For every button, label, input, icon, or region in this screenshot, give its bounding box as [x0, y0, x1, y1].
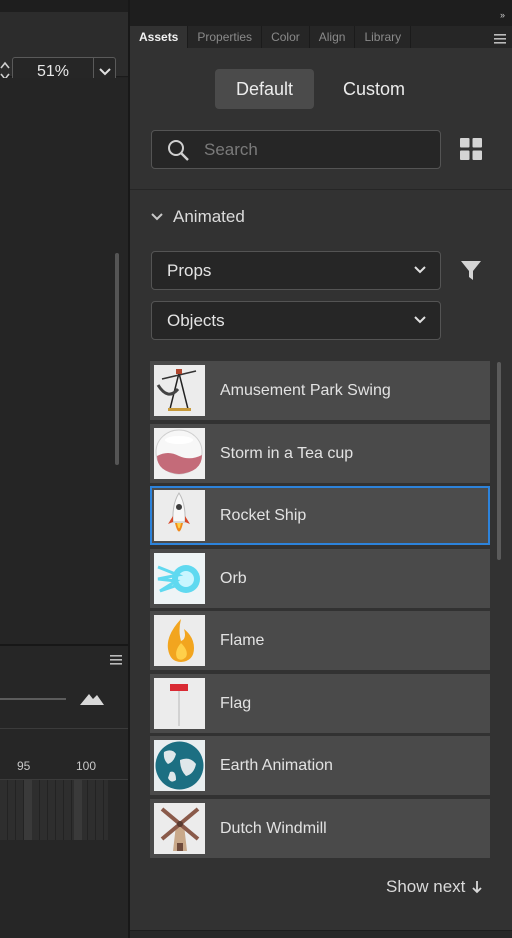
ruler-label: 100: [76, 759, 97, 773]
timeline-ruler: 95 100: [0, 728, 128, 780]
list-item[interactable]: Storm in a Tea cup: [150, 424, 490, 483]
arrow-down-icon: [472, 881, 483, 894]
asset-label: Rocket Ship: [220, 507, 307, 524]
asset-label: Flag: [220, 695, 252, 712]
teacup-thumb: [154, 428, 205, 479]
filter-icon[interactable]: [460, 260, 482, 282]
list-item[interactable]: Flag: [150, 674, 490, 733]
mountain-icon[interactable]: [78, 690, 106, 706]
list-item-selected[interactable]: Rocket Ship: [150, 486, 490, 545]
asset-label: Storm in a Tea cup: [220, 445, 354, 462]
chevron-down-icon: [414, 266, 426, 274]
stage-area: 51% 95 100: [0, 0, 130, 938]
windmill-thumb: [154, 803, 205, 854]
asset-list-scrollbar[interactable]: [497, 362, 501, 560]
asset-label: Dutch Windmill: [220, 820, 327, 837]
asset-label: Amusement Park Swing: [220, 382, 391, 399]
flag-thumb: [154, 678, 205, 729]
stage-scrollbar[interactable]: [115, 253, 119, 465]
subcategory-select[interactable]: Objects: [151, 301, 441, 340]
stage-topbar: [0, 0, 128, 12]
tab-library[interactable]: Library: [355, 26, 412, 48]
list-item[interactable]: Dutch Windmill: [150, 799, 490, 858]
timeline-panel: 95 100: [0, 644, 128, 938]
category-select[interactable]: Props: [151, 251, 441, 290]
asset-list: Amusement Park Swing Storm in a Tea cup …: [150, 361, 490, 858]
list-item[interactable]: Orb: [150, 549, 490, 608]
chevron-down-icon: [414, 316, 426, 324]
tab-properties[interactable]: Properties: [188, 26, 263, 48]
grid-view-icon[interactable]: [460, 138, 482, 160]
asset-label: Flame: [220, 632, 265, 649]
section-title: Animated: [173, 207, 245, 226]
show-next-label: Show next: [386, 877, 466, 896]
flame-thumb: [154, 615, 205, 666]
frame-marker: [24, 780, 32, 840]
panel-footer: [130, 930, 512, 938]
hamburger-menu-icon[interactable]: [110, 652, 122, 665]
orb-thumb: [154, 553, 205, 604]
tab-assets[interactable]: Assets: [130, 26, 189, 48]
assets-panel: ›› Assets Properties Color Align Library…: [130, 0, 512, 938]
default-toggle-button[interactable]: Default: [215, 69, 314, 109]
stage-canvas[interactable]: [0, 78, 128, 644]
custom-toggle-button[interactable]: Custom: [328, 69, 420, 109]
asset-label: Earth Animation: [220, 757, 333, 774]
earth-thumb: [154, 740, 205, 791]
ruler-label: 95: [17, 759, 31, 773]
list-item[interactable]: Earth Animation: [150, 736, 490, 795]
section-header-animated[interactable]: Animated: [151, 205, 245, 229]
divider: [130, 189, 512, 190]
panel-menu-icon[interactable]: [494, 31, 506, 44]
chevron-down-icon: [151, 213, 163, 221]
search-input[interactable]: [204, 139, 424, 160]
tab-align[interactable]: Align: [310, 26, 356, 48]
frame-marker: [74, 780, 82, 840]
stage-toolbar: 51%: [0, 12, 128, 86]
category-select-value: Props: [167, 261, 212, 280]
search-icon: [168, 139, 189, 161]
panel-topbar: ››: [130, 0, 512, 26]
list-item[interactable]: Flame: [150, 611, 490, 670]
list-item[interactable]: Amusement Park Swing: [150, 361, 490, 420]
collapse-panel-icon[interactable]: ››: [500, 10, 505, 20]
rocket-thumb: [154, 490, 205, 541]
tab-color[interactable]: Color: [262, 26, 310, 48]
swing-thumb: [154, 365, 205, 416]
search-box: [151, 130, 441, 169]
show-next-button[interactable]: Show next: [386, 877, 483, 897]
app-window: 51% 95 100 ›› Assets Properties Color Al…: [0, 0, 512, 938]
timeline-frames[interactable]: [0, 780, 108, 840]
timeline-zoom-slider[interactable]: [0, 698, 66, 700]
panel-tabs: Assets Properties Color Align Library: [130, 26, 512, 48]
asset-label: Orb: [220, 570, 247, 587]
subcategory-select-value: Objects: [167, 311, 225, 330]
